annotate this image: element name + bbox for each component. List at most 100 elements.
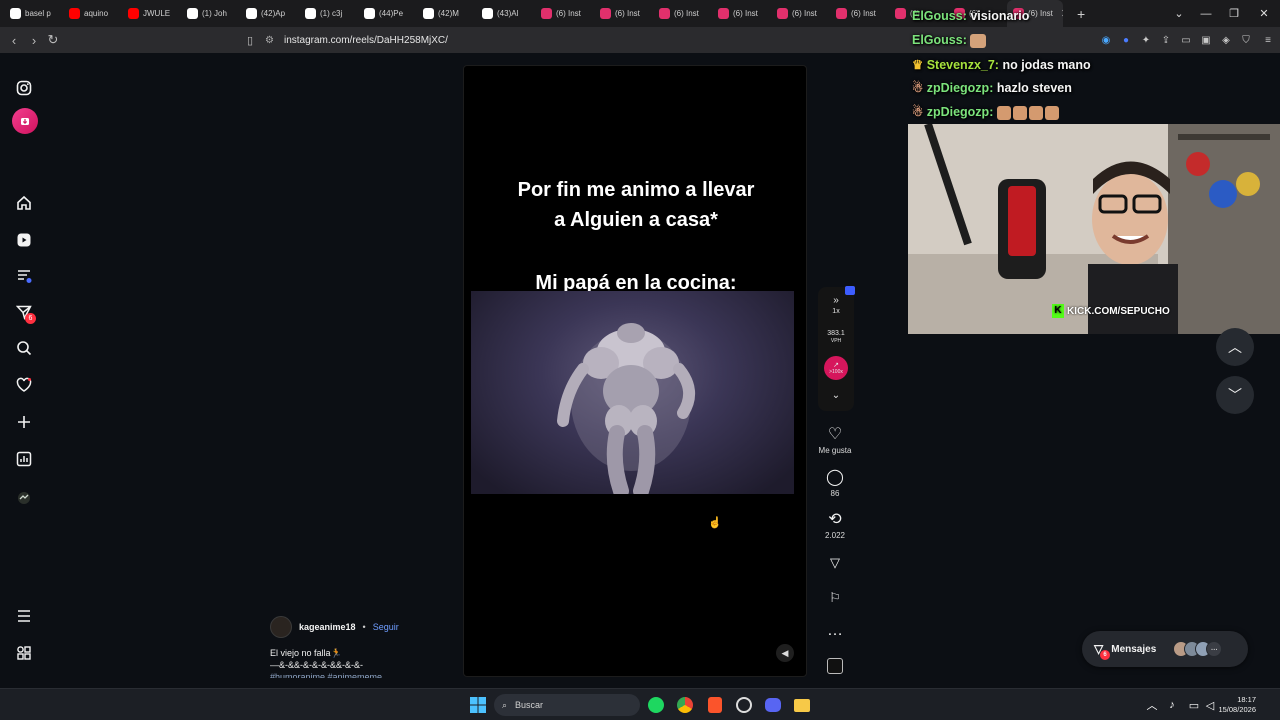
create-icon[interactable] xyxy=(12,410,36,434)
browser-tab[interactable]: (1) c3j xyxy=(299,0,358,27)
browser-tab[interactable]: (6) Inst xyxy=(712,0,771,27)
spotify-icon[interactable] xyxy=(647,696,665,714)
webcam-overlay: K KICK.COM/SEPUCHO xyxy=(908,124,1280,334)
desc-line3[interactable]: #humoranime #animememe xyxy=(270,672,382,678)
avatar[interactable] xyxy=(270,616,292,638)
browser-tab[interactable]: (1) Joh xyxy=(181,0,240,27)
tab-label: (1) Joh xyxy=(202,9,227,18)
instagram-icon[interactable] xyxy=(12,76,36,100)
url-text[interactable]: instagram.com/reels/DaHH258MjXC/ xyxy=(284,35,448,46)
tab-favicon-icon xyxy=(777,8,788,19)
discord-icon[interactable] xyxy=(764,696,782,714)
chevron-down-icon[interactable]: ⌄ xyxy=(818,390,854,401)
back-icon[interactable]: ‹ xyxy=(4,27,24,53)
repost-icon: ⟲ xyxy=(828,511,842,528)
messages-button[interactable]: ▽ 6 Mensajes … xyxy=(1082,631,1248,667)
heart-icon[interactable] xyxy=(12,373,36,397)
reels-icon[interactable] xyxy=(12,228,36,252)
more-menu-icon[interactable] xyxy=(12,604,36,628)
extension-icon[interactable]: ● xyxy=(1116,27,1136,53)
search-icon[interactable] xyxy=(12,336,36,360)
extensions-puzzle-icon[interactable]: ✦ xyxy=(1136,27,1156,53)
tab-search-icon[interactable]: ⌄ xyxy=(1165,0,1193,27)
tab-favicon-icon xyxy=(895,8,906,19)
playback-rate[interactable]: 1x xyxy=(818,308,854,315)
tab-label: (6) Inst xyxy=(615,9,640,18)
comment-button[interactable]: ◯ 86 xyxy=(813,468,857,499)
feed-icon[interactable] xyxy=(12,264,36,288)
audio-thumbnail[interactable] xyxy=(813,658,857,674)
download-icon[interactable] xyxy=(12,108,38,134)
audio-icon[interactable]: ◉ xyxy=(1096,27,1116,53)
tab-favicon-icon xyxy=(246,8,257,19)
more-options-button[interactable]: … xyxy=(813,621,857,641)
muscular-figure xyxy=(557,323,695,494)
chat-text: no jodas mano xyxy=(1002,58,1091,72)
forward-icon[interactable]: › xyxy=(24,27,44,53)
profile-icon[interactable] xyxy=(12,486,36,510)
chat-text: hazlo steven xyxy=(996,81,1072,95)
share-icon[interactable]: ⇪ xyxy=(1156,27,1176,53)
browser-tab[interactable]: (6) Inst xyxy=(594,0,653,27)
wallet-icon[interactable]: ▣ xyxy=(1196,27,1216,53)
close-window-icon[interactable]: ✕ xyxy=(1250,0,1278,27)
reload-icon[interactable]: ↻ xyxy=(43,27,63,53)
browser-tab[interactable]: (42)M xyxy=(417,0,476,27)
minimize-icon[interactable]: — xyxy=(1192,0,1220,27)
next-reel-button[interactable]: ﹀ xyxy=(1216,376,1254,414)
send-button[interactable]: ▽ xyxy=(813,553,857,573)
system-clock[interactable]: 18:17 15/08/2026 xyxy=(1218,695,1256,715)
like-button[interactable]: ♡ Me gusta xyxy=(813,425,857,456)
bookmark-icon[interactable]: ▯ xyxy=(240,27,260,53)
fast-forward-icon[interactable]: » xyxy=(818,295,854,306)
close-tab-icon[interactable]: ✕ xyxy=(1061,7,1063,20)
volume-icon[interactable]: ◁ xyxy=(1201,696,1219,714)
sidebar-icon[interactable]: ▭ xyxy=(1176,27,1196,53)
browser-tab[interactable]: (43)Al xyxy=(476,0,535,27)
chat-user: ElGouss: xyxy=(912,33,967,47)
address-bar[interactable]: ⚙ instagram.com/reels/DaHH258MjXC/ xyxy=(265,31,905,49)
browser-tab[interactable]: (6) Inst xyxy=(830,0,889,27)
new-tab-icon[interactable]: + xyxy=(1077,6,1085,22)
browser-tab[interactable]: (6) Inst xyxy=(653,0,712,27)
browser-tab[interactable]: (44)Pe xyxy=(358,0,417,27)
browser-tab[interactable]: JWULE xyxy=(122,0,181,27)
follow-button[interactable]: Seguir xyxy=(373,622,399,632)
browser-tab[interactable]: (6) Inst xyxy=(535,0,594,27)
home-icon[interactable] xyxy=(12,191,36,215)
chat-user: Stevenzx_7: xyxy=(926,58,999,72)
browser-tab[interactable]: aquino xyxy=(63,0,122,27)
windows-start-icon[interactable] xyxy=(469,696,487,714)
boost-button[interactable]: ↗ >100x xyxy=(818,356,854,380)
save-button[interactable]: ⚐ xyxy=(813,588,857,608)
reel-video[interactable]: Por fin me animo a llevar a Alguien a ca… xyxy=(463,65,807,677)
brave-icon[interactable] xyxy=(706,696,724,714)
vpn-icon[interactable]: ◈ xyxy=(1216,27,1236,53)
desc-line2: —&-&&-&-&-&-&&-&-&- xyxy=(270,660,364,670)
repost-button[interactable]: ⟲ 2.022 xyxy=(813,510,857,541)
menu-icon[interactable]: ≡ xyxy=(1258,27,1278,53)
file-explorer-icon[interactable] xyxy=(793,696,811,714)
microphone-icon[interactable]: ♪ xyxy=(1163,696,1181,714)
search-icon: ⌕ xyxy=(502,699,508,710)
direct-badge: 6 xyxy=(25,313,36,324)
previous-reel-button[interactable]: ︿ xyxy=(1216,328,1254,366)
taskbar-search[interactable]: ⌕ Buscar xyxy=(494,694,640,716)
mute-icon[interactable]: ◀ xyxy=(776,644,794,662)
tray-chevron-up-icon[interactable]: ︿ xyxy=(1143,696,1161,714)
stats-icon[interactable] xyxy=(12,447,36,471)
browser-tab[interactable]: (6) Inst xyxy=(771,0,830,27)
chrome-icon[interactable] xyxy=(676,696,694,714)
browser-tab[interactable]: (42)Ap xyxy=(240,0,299,27)
shield-icon[interactable]: ⛉ xyxy=(1236,27,1256,53)
tab-favicon-icon xyxy=(423,8,434,19)
vph-unit: VPH xyxy=(830,338,842,344)
browser-tab[interactable]: basel p xyxy=(4,0,63,27)
apps-icon[interactable] xyxy=(12,641,36,665)
obs-icon[interactable] xyxy=(735,696,753,714)
shares-count: 2.022 xyxy=(824,531,846,540)
author-username[interactable]: kageanime18 xyxy=(299,622,356,632)
direct-icon[interactable]: 6 xyxy=(12,300,36,324)
maximize-icon[interactable]: ❐ xyxy=(1220,0,1248,27)
site-info-icon[interactable]: ⚙ xyxy=(265,35,274,46)
